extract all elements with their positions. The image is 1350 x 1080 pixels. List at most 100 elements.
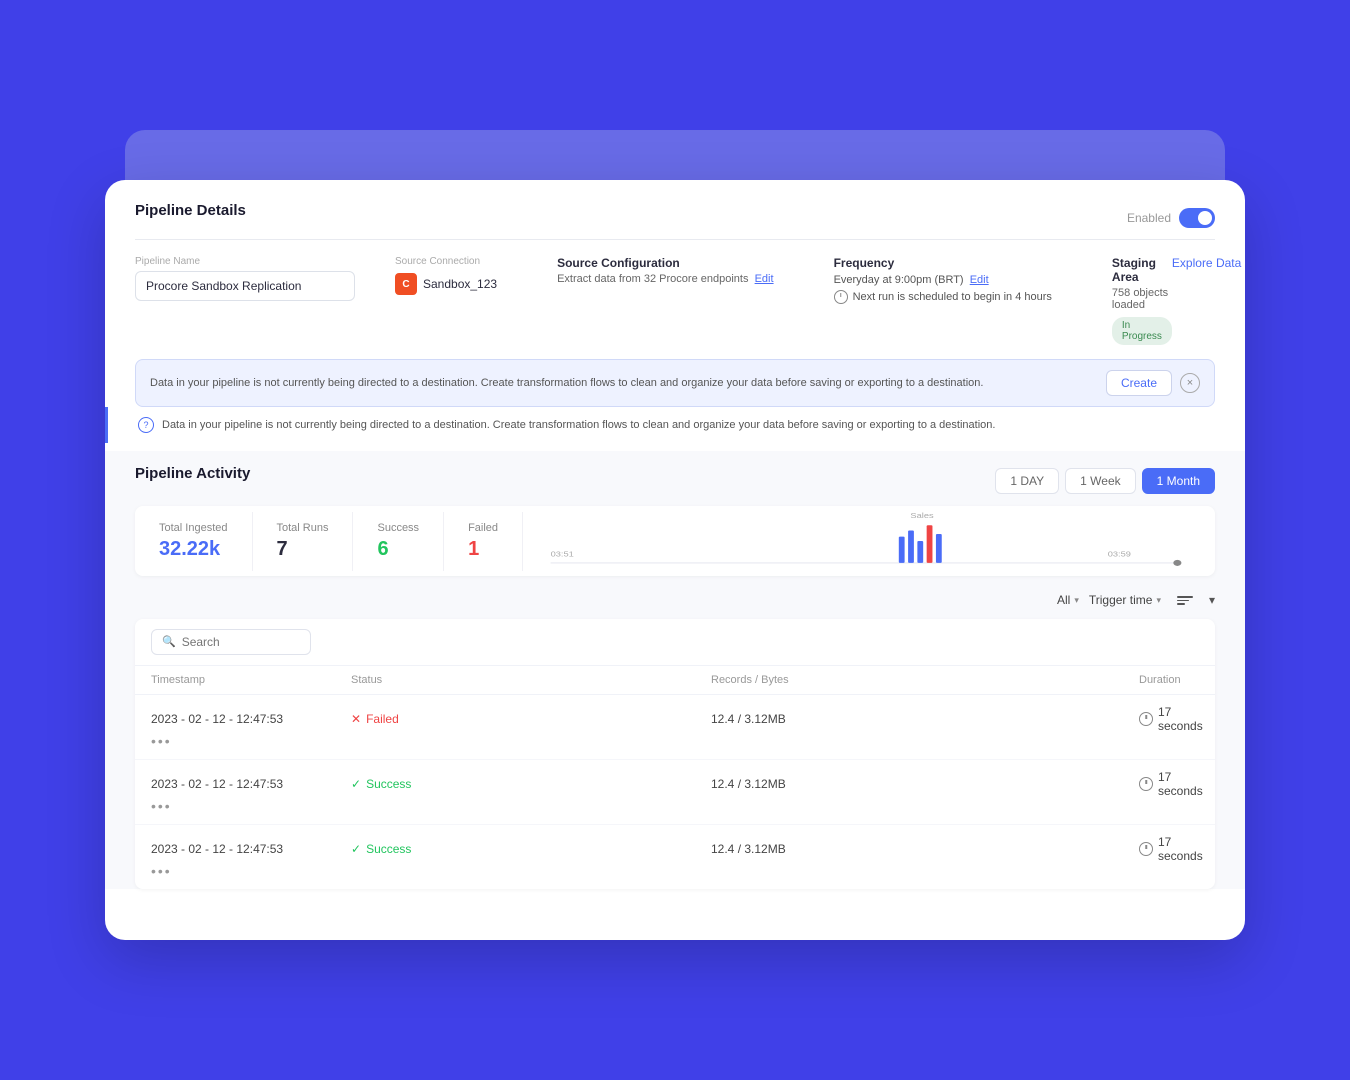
row1-status: ✕ Failed — [351, 712, 511, 726]
clock-icon — [834, 290, 848, 304]
total-ingested-label: Total Ingested — [159, 522, 228, 534]
col-header-duration: Duration — [1139, 674, 1199, 686]
time-btn-1day[interactable]: 1 DAY — [995, 468, 1059, 494]
close-popup-button[interactable]: × — [1180, 373, 1200, 393]
search-input-wrapper: 🔍 — [151, 629, 311, 655]
svg-text:03:51: 03:51 — [551, 551, 575, 559]
row3-duration: 17 seconds — [1139, 835, 1199, 863]
row1-status-label: Failed — [366, 712, 399, 726]
source-config-desc: Extract data from 32 Procore endpoints E… — [557, 273, 773, 285]
info-icon: ? — [138, 417, 154, 433]
stat-total-runs: Total Runs 7 — [253, 512, 354, 571]
col-header-status: Status — [351, 674, 511, 686]
total-ingested-value: 32.22k — [159, 538, 228, 561]
in-progress-badge: In Progress — [1112, 317, 1172, 345]
filter-all-chevron: ▾ — [1074, 595, 1079, 606]
row1-duration: 17 seconds — [1139, 705, 1199, 733]
stat-total-ingested: Total Ingested 32.22k — [135, 512, 253, 571]
col-header-records: Records / Bytes — [711, 674, 1139, 686]
row1-timestamp: 2023 - 02 - 12 - 12:47:53 — [151, 712, 351, 726]
table-row: 2023 - 02 - 12 - 12:47:53 ✕ Failed 12.4 … — [135, 695, 1215, 760]
duration-clock-icon-2 — [1139, 777, 1153, 791]
trigger-time-chevron: ▾ — [1156, 595, 1161, 606]
total-runs-value: 7 — [277, 538, 329, 561]
explore-data-link[interactable]: Explore Data ↗ — [1172, 256, 1245, 270]
activity-title: Pipeline Activity — [135, 465, 250, 482]
main-card: Pipeline Details Enabled Pipeline Name P… — [105, 180, 1245, 940]
failed-value: 1 — [468, 538, 498, 561]
source-connection-inner: C Sandbox_123 — [395, 273, 497, 295]
activity-chart: 03:51 03:59 Sales — [539, 506, 1189, 576]
pipeline-name-value: Procore Sandbox Replication — [135, 271, 355, 301]
header-divider — [135, 239, 1215, 240]
row3-status-label: Success — [366, 842, 411, 856]
row3-records: 12.4 / 3.12MB — [711, 842, 1139, 856]
table-row: 2023 - 02 - 12 - 12:47:53 ✓ Success 12.4… — [135, 760, 1215, 825]
svg-text:Sales: Sales — [910, 512, 933, 520]
table-header-row: Timestamp Status Records / Bytes Duratio… — [135, 666, 1215, 695]
frequency-edit-link[interactable]: Edit — [970, 274, 989, 286]
pipeline-activity-section: Pipeline Activity 1 DAY 1 Week 1 Month T… — [105, 451, 1245, 889]
enabled-toggle[interactable] — [1179, 208, 1215, 228]
source-icon: C — [395, 273, 417, 295]
source-config-title: Source Configuration — [557, 256, 773, 270]
page-title: Pipeline Details — [135, 202, 246, 219]
row1-records: 12.4 / 3.12MB — [711, 712, 1139, 726]
source-config-edit-link[interactable]: Edit — [755, 273, 774, 285]
source-name: Sandbox_123 — [423, 277, 497, 291]
stat-failed: Failed 1 — [444, 512, 523, 571]
source-config-group: Source Configuration Extract data from 3… — [557, 256, 773, 285]
row1-more-button[interactable]: ••• — [151, 733, 351, 749]
staging-area-group: Staging Area 758 objects loaded In Progr… — [1112, 256, 1245, 345]
pipeline-name-label: Pipeline Name — [135, 256, 355, 267]
col-header-empty — [511, 674, 711, 686]
trigger-time-select[interactable]: Trigger time ▾ — [1089, 593, 1161, 607]
row2-records: 12.4 / 3.12MB — [711, 777, 1139, 791]
table-row: 2023 - 02 - 12 - 12:47:53 ✓ Success 12.4… — [135, 825, 1215, 889]
trigger-time-label: Trigger time — [1089, 593, 1153, 607]
staging-area-title: Staging Area — [1112, 256, 1172, 284]
success-value: 6 — [377, 538, 419, 561]
filter-row: All ▾ Trigger time ▾ ▾ — [135, 586, 1215, 615]
info-bar-text: Data in your pipeline is not currently b… — [162, 419, 995, 431]
filter-all-select[interactable]: All ▾ — [1057, 593, 1079, 607]
svg-text:03:59: 03:59 — [1108, 551, 1132, 559]
info-bar: ? Data in your pipeline is not currently… — [105, 407, 1245, 443]
duration-clock-icon-3 — [1139, 842, 1153, 856]
sort-button[interactable] — [1171, 592, 1199, 609]
success-icon-2: ✓ — [351, 777, 361, 791]
sort-line-2 — [1177, 600, 1189, 602]
frequency-title: Frequency — [834, 256, 1052, 270]
success-icon-3: ✓ — [351, 842, 361, 856]
table-search-row: 🔍 — [135, 619, 1215, 666]
staging-area-count: 758 objects loaded — [1112, 287, 1172, 311]
time-buttons: 1 DAY 1 Week 1 Month — [995, 468, 1215, 494]
col-header-timestamp: Timestamp — [151, 674, 351, 686]
row2-duration: 17 seconds — [1139, 770, 1199, 798]
row2-status: ✓ Success — [351, 777, 511, 791]
external-link-icon: ↗ — [1244, 257, 1245, 270]
pipeline-details-section: Pipeline Details Enabled Pipeline Name P… — [105, 180, 1245, 407]
pipeline-fields-row: Pipeline Name Procore Sandbox Replicatio… — [135, 256, 1215, 345]
row3-more-button[interactable]: ••• — [151, 863, 351, 879]
stat-success: Success 6 — [353, 512, 444, 571]
duration-clock-icon-1 — [1139, 712, 1153, 726]
search-input[interactable] — [182, 635, 302, 649]
activity-header: Pipeline Activity 1 DAY 1 Week 1 Month — [135, 451, 1215, 506]
time-btn-1week[interactable]: 1 Week — [1065, 468, 1135, 494]
sort-line-1 — [1177, 596, 1193, 598]
create-popup: Data in your pipeline is not currently b… — [135, 359, 1215, 407]
failed-icon: ✕ — [351, 712, 361, 726]
total-runs-label: Total Runs — [277, 522, 329, 534]
stats-chart-row: Total Ingested 32.22k Total Runs 7 Succe… — [135, 506, 1215, 576]
create-popup-text: Data in your pipeline is not currently b… — [150, 377, 1106, 389]
row2-status-label: Success — [366, 777, 411, 791]
row2-more-button[interactable]: ••• — [151, 798, 351, 814]
frequency-group: Frequency Everyday at 9:00pm (BRT) Edit … — [834, 256, 1052, 304]
time-btn-1month[interactable]: 1 Month — [1142, 468, 1215, 494]
create-button[interactable]: Create — [1106, 370, 1172, 396]
enabled-toggle-group: Enabled — [1127, 208, 1215, 228]
activity-table: 🔍 Timestamp Status Records / Bytes Durat… — [135, 619, 1215, 889]
row3-timestamp: 2023 - 02 - 12 - 12:47:53 — [151, 842, 351, 856]
source-connection-label: Source Connection — [395, 256, 497, 267]
